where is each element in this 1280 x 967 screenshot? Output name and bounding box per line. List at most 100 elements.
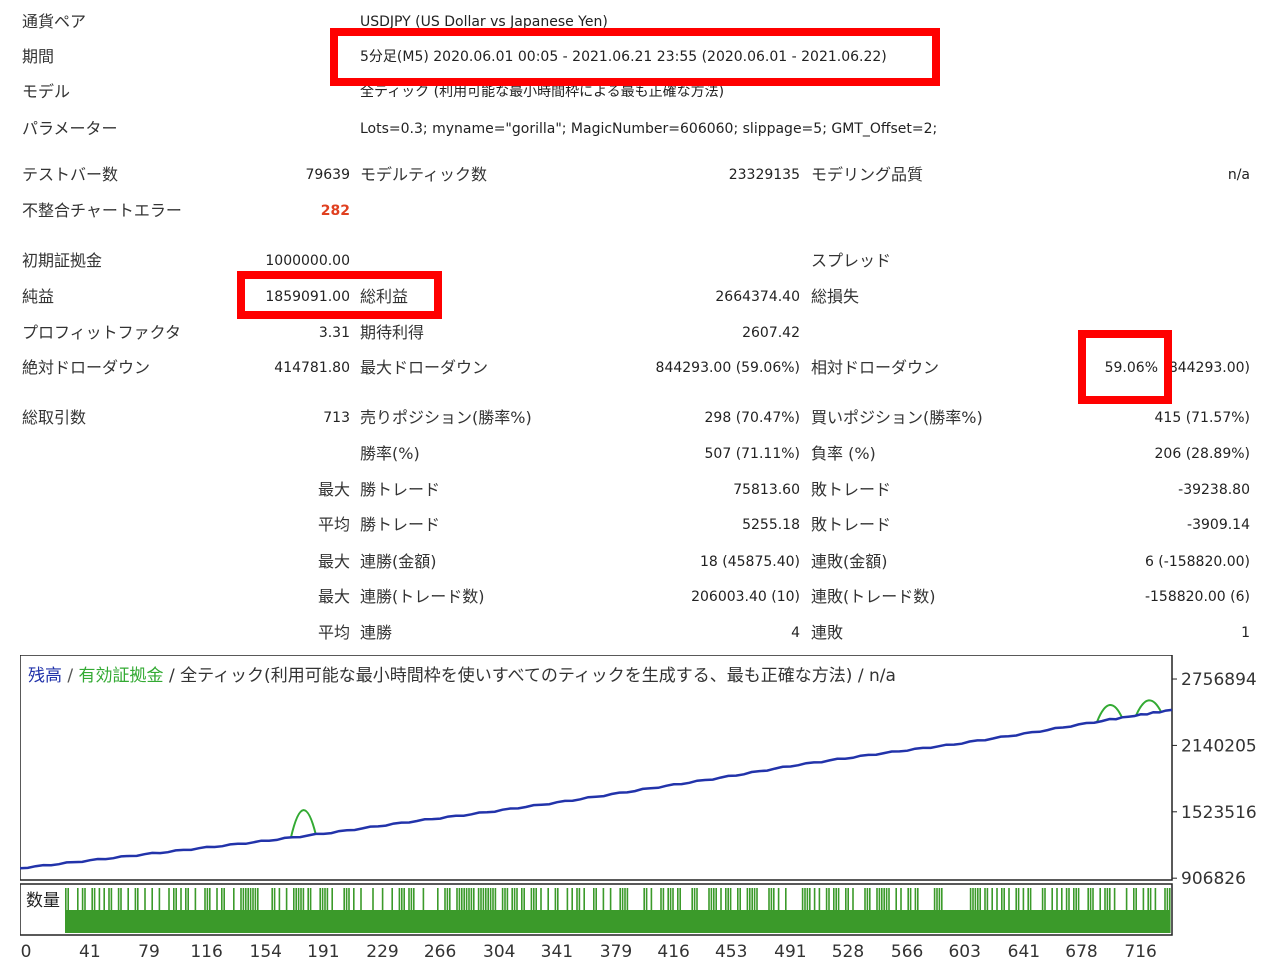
- value-initial-deposit: 1000000.00: [265, 253, 350, 269]
- value-average-loss: -3909.14: [1187, 517, 1250, 533]
- x-tick-label: 191: [307, 942, 339, 962]
- highlight-relative-drawdown: [1078, 330, 1172, 404]
- y-tick-label: 2140205: [1181, 736, 1257, 756]
- x-tick-label: 603: [948, 942, 980, 962]
- chart-plot-area: [20, 655, 1173, 881]
- label-average-win: 勝トレード: [360, 515, 441, 534]
- value-absolute-drawdown: 414781.80: [274, 360, 350, 376]
- y-tick-label: 1523516: [1181, 803, 1257, 823]
- label-initial-deposit: 初期証拠金: [22, 251, 103, 270]
- label-max-consecutive-losses-money: 連敗(金額): [811, 552, 888, 571]
- highlight-net-profit: [237, 271, 442, 319]
- label-spread: スプレッド: [811, 251, 892, 270]
- label-win-rate: 勝率(%): [360, 444, 420, 463]
- x-tick-label: 341: [541, 942, 573, 962]
- x-tick-label: 116: [190, 942, 222, 962]
- label-loss-rate: 負率 (%): [811, 444, 876, 463]
- y-tick-label: 2756894: [1181, 670, 1257, 690]
- label-max-consecutive-losses-count: 連敗(トレード数): [811, 587, 936, 606]
- x-tick-label: 453: [715, 942, 747, 962]
- label-maximum-prefix-1: 最大: [318, 552, 351, 571]
- label-largest-loss: 敗トレード: [811, 480, 892, 499]
- x-tick-label: 79: [138, 942, 160, 962]
- value-relative-drawdown-amount: 844293.00): [1168, 360, 1250, 376]
- x-tick-label: 566: [891, 942, 923, 962]
- value-gross-profit: 2664374.40: [715, 289, 800, 305]
- x-tick-label: 266: [424, 942, 456, 962]
- y-axis: 906826 1523516 2140205 2756894: [1172, 670, 1257, 889]
- value-mismatch-errors: 282: [320, 203, 350, 219]
- value-max-consecutive-wins-count: 206003.40 (10): [691, 589, 800, 605]
- x-tick-label: 491: [774, 942, 806, 962]
- value-long-positions: 415 (71.57%): [1154, 410, 1250, 426]
- x-tick-label: 154: [250, 942, 282, 962]
- label-profit-factor: プロフィットファクタ: [22, 323, 182, 342]
- label-expected-payoff: 期待利得: [360, 323, 425, 342]
- chart-title-rest: / 全ティック(利用可能な最小時間枠を使いすべてのティックを生成する、最も正確な…: [164, 665, 896, 686]
- label-maximum-prefix-2: 最大: [318, 587, 351, 606]
- label-maximal-drawdown: 最大ドローダウン: [360, 358, 489, 377]
- x-tick-label: 304: [483, 942, 515, 962]
- value-max-consecutive-losses-money: 6 (-158820.00): [1144, 554, 1250, 570]
- label-parameters: パラメーター: [22, 119, 118, 138]
- x-tick-label: 528: [832, 942, 864, 962]
- value-largest-win: 75813.60: [733, 482, 800, 498]
- label-net-profit: 純益: [22, 287, 55, 306]
- x-tick-label: 641: [1008, 942, 1040, 962]
- value-parameters: Lots=0.3; myname="gorilla"; MagicNumber=…: [360, 121, 938, 137]
- x-tick-label: 716: [1124, 942, 1156, 962]
- label-long-positions: 買いポジション(勝率%): [811, 408, 983, 427]
- label-relative-drawdown: 相対ドローダウン: [811, 358, 940, 377]
- label-total-trades: 総取引数: [22, 408, 87, 427]
- value-max-consecutive-losses-count: -158820.00 (6): [1144, 589, 1250, 605]
- x-tick-label: 0: [21, 942, 32, 962]
- label-period: 期間: [22, 47, 55, 66]
- label-largest-prefix: 最大: [318, 480, 351, 499]
- chart-title: 残高 / 有効証拠金 / 全ティック(利用可能な最小時間枠を使いすべてのティック…: [28, 665, 896, 686]
- x-tick-label: 416: [657, 942, 689, 962]
- label-model-ticks: モデルティック数: [360, 165, 488, 184]
- volume-band: [65, 910, 1170, 933]
- highlight-period: [330, 28, 940, 86]
- y-tick-label: 906826: [1181, 869, 1246, 889]
- label-average-prefix: 平均: [318, 515, 351, 534]
- label-model-quality: モデリング品質: [811, 165, 924, 184]
- value-total-trades: 713: [323, 410, 350, 426]
- label-max-consecutive-wins-count: 連勝(トレード数): [360, 587, 485, 606]
- x-tick-label: 229: [366, 942, 398, 962]
- value-test-bars: 79639: [305, 167, 350, 183]
- label-test-bars: テストバー数: [22, 165, 119, 184]
- value-expected-payoff: 2607.42: [742, 325, 800, 341]
- value-loss-rate: 206 (28.89%): [1154, 446, 1250, 462]
- label-gross-loss: 総損失: [811, 287, 860, 306]
- chart-title-equity: 有効証拠金: [79, 666, 164, 686]
- label-symbol: 通貨ペア: [22, 12, 87, 31]
- label-short-positions: 売りポジション(勝率%): [360, 408, 532, 427]
- volume-label: 数量: [26, 891, 60, 911]
- label-largest-win: 勝トレード: [360, 480, 441, 499]
- x-tick-label: 379: [600, 942, 632, 962]
- value-largest-loss: -39238.80: [1178, 482, 1250, 498]
- x-tick-label: 678: [1065, 942, 1097, 962]
- label-max-consecutive-wins-money: 連勝(金額): [360, 552, 437, 571]
- label-average-consecutive-losses: 連敗: [811, 623, 844, 642]
- value-average-consecutive-losses: 1: [1241, 625, 1250, 641]
- x-axis: 0 41 79 116 154 191 229 266 304 341 379 416 453 491 52…: [21, 942, 1157, 962]
- x-tick-label: 41: [79, 942, 101, 962]
- label-model: モデル: [22, 82, 71, 101]
- value-average-consecutive-wins: 4: [791, 625, 800, 641]
- value-short-positions: 298 (70.47%): [704, 410, 800, 426]
- value-win-rate: 507 (71.11%): [704, 446, 800, 462]
- label-average-consecutive-wins: 連勝: [360, 623, 393, 642]
- chart-title-balance: 残高: [28, 666, 62, 686]
- label-absolute-drawdown: 絶対ドローダウン: [22, 358, 151, 377]
- value-maximal-drawdown: 844293.00 (59.06%): [655, 360, 800, 376]
- label-average-loss: 敗トレード: [811, 515, 892, 534]
- chart-title-sep: /: [62, 666, 79, 686]
- balance-chart: 残高 / 有効証拠金 / 全ティック(利用可能な最小時間枠を使いすべてのティック…: [20, 655, 1257, 962]
- value-model-ticks: 23329135: [728, 167, 800, 183]
- label-average-prefix-2: 平均: [318, 623, 351, 642]
- value-max-consecutive-wins-money: 18 (45875.40): [700, 554, 800, 570]
- value-model-quality: n/a: [1227, 167, 1250, 183]
- label-mismatch-errors: 不整合チャートエラー: [22, 201, 182, 220]
